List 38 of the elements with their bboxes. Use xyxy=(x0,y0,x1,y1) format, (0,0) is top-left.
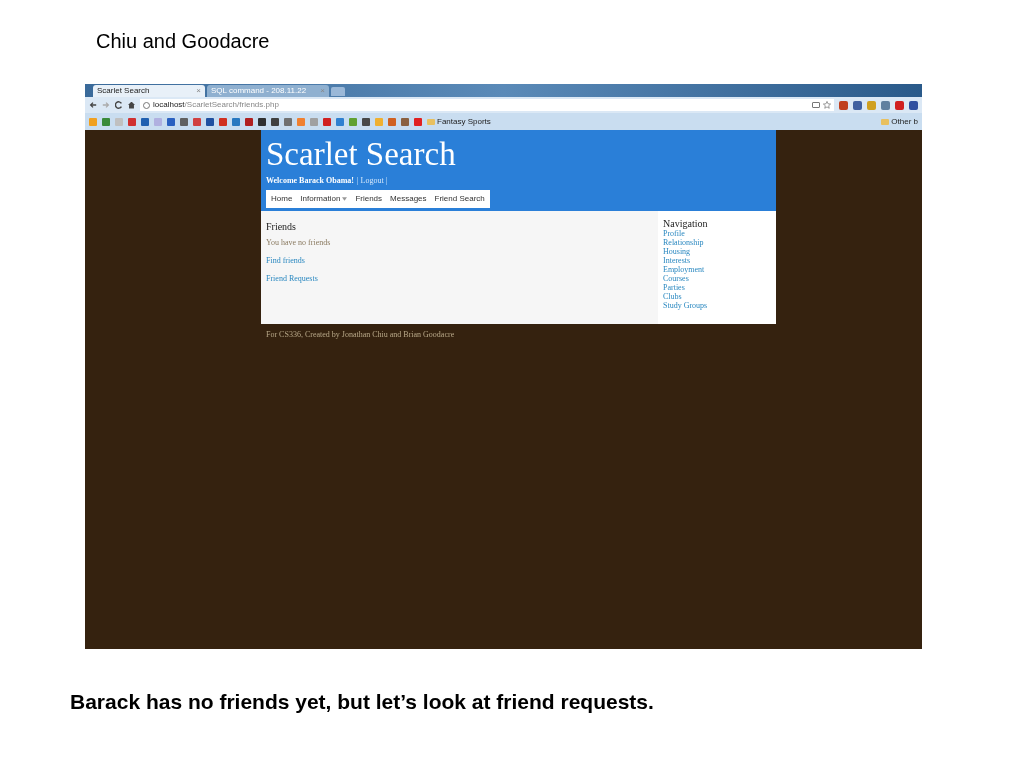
sidebar-link[interactable]: Parties xyxy=(663,283,685,292)
sidebar-link[interactable]: Housing xyxy=(663,247,691,256)
logout-link[interactable]: | Logout | xyxy=(357,175,388,187)
slide-title: Chiu and Goodacre xyxy=(96,29,270,54)
sidebar-link[interactable]: Employment xyxy=(663,265,705,274)
star-icon[interactable] xyxy=(823,101,831,109)
welcome-text: Welcome Barack Obama! xyxy=(266,175,354,187)
browser-tab[interactable]: Scarlet Search × xyxy=(93,85,205,97)
empty-message: You have no friends xyxy=(266,237,331,249)
sidebar-link[interactable]: Interests xyxy=(663,256,691,265)
site-title: Scarlet Search xyxy=(266,138,457,171)
folder-icon xyxy=(881,118,890,125)
sidebar-link[interactable]: Courses xyxy=(663,274,689,283)
folder-icon xyxy=(427,118,435,125)
address-bar[interactable]: localhost/ScarletSearch/friends.php xyxy=(140,99,834,111)
sidebar-link[interactable]: Clubs xyxy=(663,292,682,301)
nav-link[interactable]: Friend Search xyxy=(434,193,485,205)
sidebar-link[interactable]: Profile xyxy=(663,229,685,238)
other-bookmarks[interactable]: Other b xyxy=(881,115,918,128)
url-text: localhost/ScarletSearch/friends.php xyxy=(153,99,279,111)
footer-text: For CS336, Created by Jonathan Chiu and Brian Goodacre xyxy=(266,329,455,341)
link[interactable]: Friend Requests xyxy=(266,273,318,285)
home-icon[interactable] xyxy=(128,101,135,109)
browser-tab[interactable]: SQL command - 208.11.22 × xyxy=(207,85,329,97)
section-heading: Friends xyxy=(266,220,297,234)
nav-link[interactable]: Messages xyxy=(390,193,427,205)
sidebar-heading: Navigation xyxy=(663,219,709,229)
nav-link[interactable]: Home xyxy=(271,193,293,205)
sidebar-link[interactable]: Study Groups xyxy=(663,301,708,310)
sidebar-link[interactable]: Relationship xyxy=(663,238,704,247)
close-icon[interactable]: × xyxy=(196,85,201,97)
back-icon[interactable] xyxy=(89,101,97,109)
bookmark-folder[interactable]: Fantasy Sports xyxy=(427,115,491,128)
link[interactable]: Find friends xyxy=(266,255,305,267)
slide-caption: Barack has no friends yet, but let’s look at friend requests. xyxy=(70,689,654,715)
reload-icon[interactable] xyxy=(115,101,123,109)
nav-link[interactable]: Information xyxy=(300,193,341,205)
nav-link[interactable]: Friends xyxy=(355,193,383,205)
